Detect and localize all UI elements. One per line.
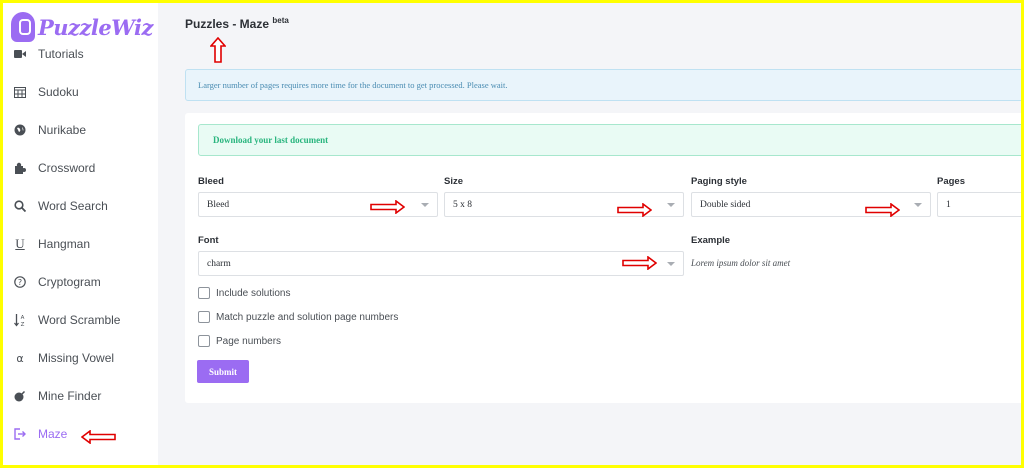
globe-icon	[13, 123, 27, 137]
match-page-numbers-checkbox[interactable]: Match puzzle and solution page numbers	[198, 311, 398, 323]
sidebar-item-nurikabe[interactable]: Nurikabe	[3, 111, 158, 149]
sidebar-item-label: Cryptogram	[38, 275, 101, 289]
sidebar-item-label: Sudoku	[38, 85, 79, 99]
alpha-icon: α	[16, 351, 24, 365]
checkbox-box[interactable]	[198, 311, 210, 323]
main-content: Puzzles - Maze beta Larger number of pag…	[158, 3, 1021, 465]
info-message: Larger number of pages requires more tim…	[198, 80, 508, 90]
download-last-document-link[interactable]: Download your last document	[198, 124, 1021, 156]
bleed-value: Bleed	[207, 199, 230, 210]
font-value: charm	[207, 258, 231, 269]
svg-text:A: A	[21, 315, 25, 321]
underline-icon: U	[15, 236, 25, 251]
sidebar-item-label: Word Search	[38, 199, 108, 213]
video-icon	[13, 47, 27, 61]
annotation-arrow-up	[210, 37, 226, 63]
beta-badge: beta	[272, 16, 289, 25]
sign-out-icon	[13, 427, 27, 441]
paging-style-value: Double sided	[700, 199, 751, 210]
sort-alpha-icon: AZ	[13, 313, 27, 327]
checkbox-box[interactable]	[198, 287, 210, 299]
bleed-label: Bleed	[198, 176, 224, 187]
calendar-grid-icon	[13, 85, 27, 99]
font-label: Font	[198, 235, 219, 246]
chevron-down-icon	[667, 203, 675, 207]
chevron-down-icon	[421, 203, 429, 207]
download-label: Download your last document	[213, 135, 329, 145]
sidebar-item-sudoku[interactable]: Sudoku	[3, 73, 158, 111]
question-circle-icon: ?	[13, 275, 27, 289]
chevron-down-icon	[914, 203, 922, 207]
annotation-arrow-left	[81, 430, 116, 444]
checkbox-box[interactable]	[198, 335, 210, 347]
search-icon	[13, 199, 27, 213]
size-value: 5 x 8	[453, 199, 472, 210]
page-numbers-checkbox[interactable]: Page numbers	[198, 335, 281, 347]
sidebar-item-word-scramble[interactable]: AZ Word Scramble	[3, 301, 158, 339]
sidebar-item-label: Mine Finder	[38, 389, 102, 403]
sidebar-item-missing-vowel[interactable]: α Missing Vowel	[3, 339, 158, 377]
sidebar-item-label: Missing Vowel	[38, 351, 115, 365]
include-solutions-checkbox[interactable]: Include solutions	[198, 287, 291, 299]
puzzle-piece-icon	[13, 161, 27, 175]
sidebar: PuzzleWiz Tutorials Sudoku Nurikabe Cros…	[3, 3, 158, 465]
pages-value: 1	[946, 199, 951, 210]
page-title: Puzzles - Maze beta	[185, 16, 289, 31]
info-alert: Larger number of pages requires more tim…	[185, 69, 1021, 101]
font-select[interactable]: charm	[198, 251, 684, 276]
sidebar-item-label: Hangman	[38, 237, 91, 251]
pages-label: Pages	[937, 176, 965, 187]
checkbox-label: Page numbers	[216, 335, 282, 347]
annotation-arrow-right	[622, 256, 657, 270]
form-card: Download your last document Bleed Bleed …	[185, 113, 1021, 403]
example-text: Lorem ipsum dolor sit amet	[691, 258, 791, 268]
checkbox-label: Match puzzle and solution page numbers	[216, 311, 399, 323]
sidebar-item-word-search[interactable]: Word Search	[3, 187, 158, 225]
svg-text:?: ?	[18, 278, 22, 287]
annotation-arrow-right	[617, 203, 652, 217]
svg-text:Z: Z	[21, 322, 25, 327]
chevron-down-icon	[667, 262, 675, 266]
paging-style-label: Paging style	[691, 176, 747, 187]
sidebar-nav: Tutorials Sudoku Nurikabe Crossword Word…	[3, 35, 158, 453]
checkbox-label: Include solutions	[216, 287, 291, 299]
annotation-arrow-right	[865, 203, 900, 217]
sidebar-item-tutorials[interactable]: Tutorials	[3, 35, 158, 73]
sidebar-item-label: Maze	[38, 427, 68, 441]
sidebar-item-label: Crossword	[38, 161, 96, 175]
bomb-icon	[13, 389, 27, 403]
app-frame: PuzzleWiz Tutorials Sudoku Nurikabe Cros…	[3, 3, 1021, 465]
sidebar-item-crossword[interactable]: Crossword	[3, 149, 158, 187]
sidebar-item-label: Tutorials	[38, 47, 84, 61]
sidebar-item-label: Nurikabe	[38, 123, 87, 137]
sidebar-item-label: Word Scramble	[38, 313, 121, 327]
pages-input[interactable]: 1	[937, 192, 1021, 217]
sidebar-item-hangman[interactable]: U Hangman	[3, 225, 158, 263]
submit-button[interactable]: Submit	[197, 360, 249, 383]
page-title-text: Puzzles - Maze	[185, 17, 270, 31]
sidebar-item-mine-finder[interactable]: Mine Finder	[3, 377, 158, 415]
size-label: Size	[444, 176, 464, 187]
annotation-arrow-right	[370, 200, 405, 214]
sidebar-item-cryptogram[interactable]: ? Cryptogram	[3, 263, 158, 301]
example-label: Example	[691, 235, 731, 246]
